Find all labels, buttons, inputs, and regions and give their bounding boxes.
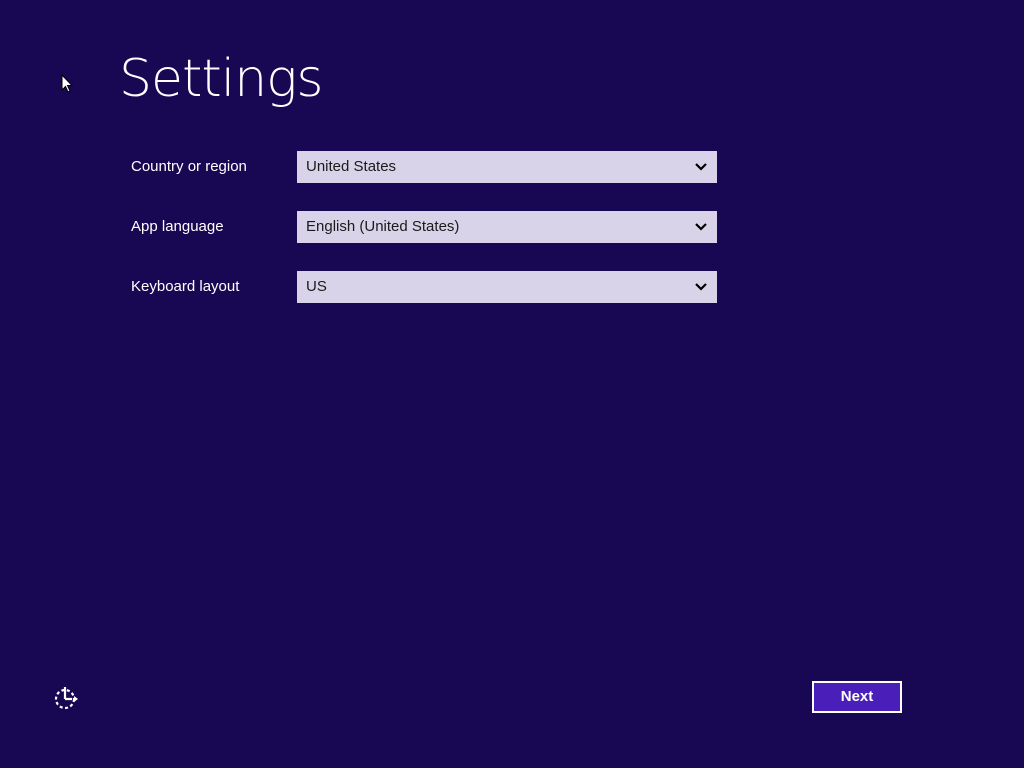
chevron-down-icon [695,163,707,171]
keyboard-layout-value: US [306,278,327,295]
app-language-row: App language English (United States) [0,211,1024,243]
app-language-label: App language [131,218,224,235]
mouse-cursor-icon [61,73,74,94]
app-language-select[interactable]: English (United States) [297,211,717,243]
page-title: Settings [119,49,323,109]
country-region-label: Country or region [131,158,247,175]
keyboard-layout-row: Keyboard layout US [0,271,1024,303]
country-region-select[interactable]: United States [297,151,717,183]
chevron-down-icon [695,223,707,231]
ease-of-access-icon[interactable] [52,684,80,712]
chevron-down-icon [695,283,707,291]
keyboard-layout-select[interactable]: US [297,271,717,303]
keyboard-layout-label: Keyboard layout [131,278,240,295]
next-button[interactable]: Next [812,681,902,713]
country-region-value: United States [306,158,397,175]
country-region-row: Country or region United States [0,151,1024,183]
app-language-value: English (United States) [306,218,460,235]
